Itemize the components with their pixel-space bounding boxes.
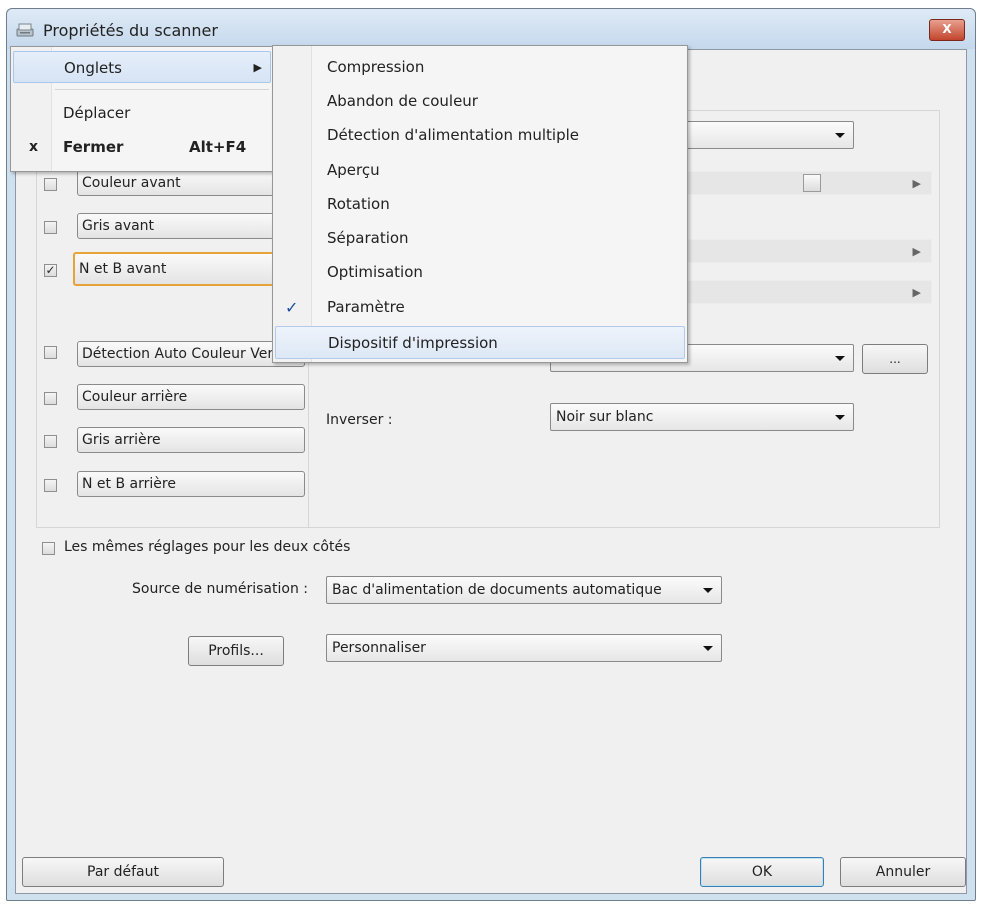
submenu-item-label: Rotation (327, 195, 390, 213)
checkmark-icon: ✓ (45, 263, 56, 277)
window-title: Propriétés du scanner (43, 21, 218, 40)
system-menu: Onglets ▶ Déplacer x Fermer Alt+F4 (10, 46, 274, 172)
submenu-item-optimisation[interactable]: Optimisation (275, 256, 685, 289)
submenu-item-abandon-de-couleur[interactable]: Abandon de couleur (275, 85, 685, 118)
checkmark-icon: ✓ (285, 298, 299, 317)
slider-thumb[interactable] (803, 174, 821, 192)
image-option-gris-arriere[interactable]: Gris arrière (77, 427, 305, 453)
profiles-button[interactable]: Profils... (188, 636, 284, 666)
menu-item-fermer-label: Fermer (63, 138, 124, 156)
menu-item-onglets[interactable]: Onglets ▶ (13, 51, 271, 83)
checkbox-gris-avant[interactable] (44, 221, 57, 234)
close-icon: X (942, 22, 952, 36)
slider-right-arrow-icon[interactable]: ▶ (913, 177, 921, 190)
submenu-item-label: Compression (327, 58, 425, 76)
submenu-item-label: Séparation (327, 229, 409, 247)
submenu-item-label: Aperçu (327, 161, 380, 179)
submenu-item-dispositif-impression[interactable]: Dispositif d'impression (275, 326, 685, 359)
inverser-label: Inverser : (326, 412, 393, 428)
inverser-value: Noir sur blanc (556, 409, 654, 425)
chevron-down-icon (835, 133, 845, 138)
default-button[interactable]: Par défaut (22, 857, 224, 887)
image-option-couleur-avant[interactable]: Couleur avant (77, 170, 305, 196)
scanner-icon (16, 23, 34, 37)
menu-separator (55, 89, 269, 90)
chevron-down-icon (835, 356, 845, 361)
scan-source-value: Bac d'alimentation de documents automati… (332, 582, 662, 598)
checkbox-couleur-avant[interactable] (44, 178, 57, 191)
chevron-down-icon (835, 415, 845, 420)
profiles-combo[interactable]: Personnaliser (326, 634, 722, 662)
ok-button[interactable]: OK (700, 857, 824, 887)
submenu-item-rotation[interactable]: Rotation (275, 188, 685, 221)
image-option-detection-auto[interactable]: Détection Auto Couleur Verso (77, 341, 305, 367)
submenu-arrow-icon: ▶ (253, 61, 262, 74)
slider-right-arrow-icon[interactable]: ▶ (913, 286, 921, 299)
chevron-down-icon (703, 588, 713, 593)
menu-item-fermer[interactable]: x Fermer Alt+F4 (13, 131, 271, 163)
submenu-item-compression[interactable]: Compression (275, 51, 685, 84)
scan-source-combo[interactable]: Bac d'alimentation de documents automati… (326, 576, 722, 604)
chevron-down-icon (703, 646, 713, 651)
scan-source-label: Source de numérisation : (132, 581, 308, 597)
submenu-item-label: Paramètre (327, 298, 405, 316)
menu-item-fermer-shortcut: Alt+F4 (189, 138, 247, 156)
same-settings-checkbox[interactable] (42, 542, 55, 555)
submenu-item-detection-alimentation-multiple[interactable]: Détection d'alimentation multiple (275, 119, 685, 152)
menu-item-deplacer[interactable]: Déplacer (13, 97, 271, 129)
slider-right-arrow-icon[interactable]: ▶ (913, 245, 921, 258)
checkbox-gris-arriere[interactable] (44, 435, 57, 448)
image-option-couleur-arriere[interactable]: Couleur arrière (77, 384, 305, 410)
onglets-submenu: Compression Abandon de couleur Détection… (272, 45, 688, 363)
submenu-item-label: Dispositif d'impression (328, 334, 498, 352)
submenu-item-separation[interactable]: Séparation (275, 222, 685, 255)
cancel-button[interactable]: Annuler (840, 857, 966, 887)
image-option-n-et-b-arriere[interactable]: N et B arrière (77, 471, 305, 497)
title-bar[interactable]: Propriétés du scanner X (7, 9, 975, 49)
checkbox-n-et-b-avant[interactable]: ✓ (44, 264, 57, 277)
menu-item-deplacer-label: Déplacer (63, 104, 131, 122)
menu-item-onglets-label: Onglets (64, 59, 122, 77)
submenu-item-label: Détection d'alimentation multiple (327, 126, 579, 144)
checkbox-couleur-arriere[interactable] (44, 392, 57, 405)
checkbox-detection-auto[interactable] (44, 346, 57, 359)
image-option-n-et-b-avant[interactable]: N et B avant (73, 252, 305, 286)
submenu-item-apercu[interactable]: Aperçu (275, 154, 685, 187)
inverser-combo[interactable]: Noir sur blanc (550, 403, 854, 431)
same-settings-label: Les mêmes réglages pour les deux côtés (64, 539, 351, 555)
profiles-value: Personnaliser (332, 640, 426, 656)
submenu-item-label: Optimisation (327, 263, 423, 281)
submenu-item-parametre[interactable]: ✓ Paramètre (275, 291, 685, 324)
submenu-item-label: Abandon de couleur (327, 92, 478, 110)
checkbox-n-et-b-arriere[interactable] (44, 479, 57, 492)
halftone-browse-button[interactable]: ... (862, 344, 928, 374)
close-window-button[interactable]: X (929, 19, 965, 41)
image-option-gris-avant[interactable]: Gris avant (77, 213, 305, 239)
close-icon: x (29, 139, 39, 155)
